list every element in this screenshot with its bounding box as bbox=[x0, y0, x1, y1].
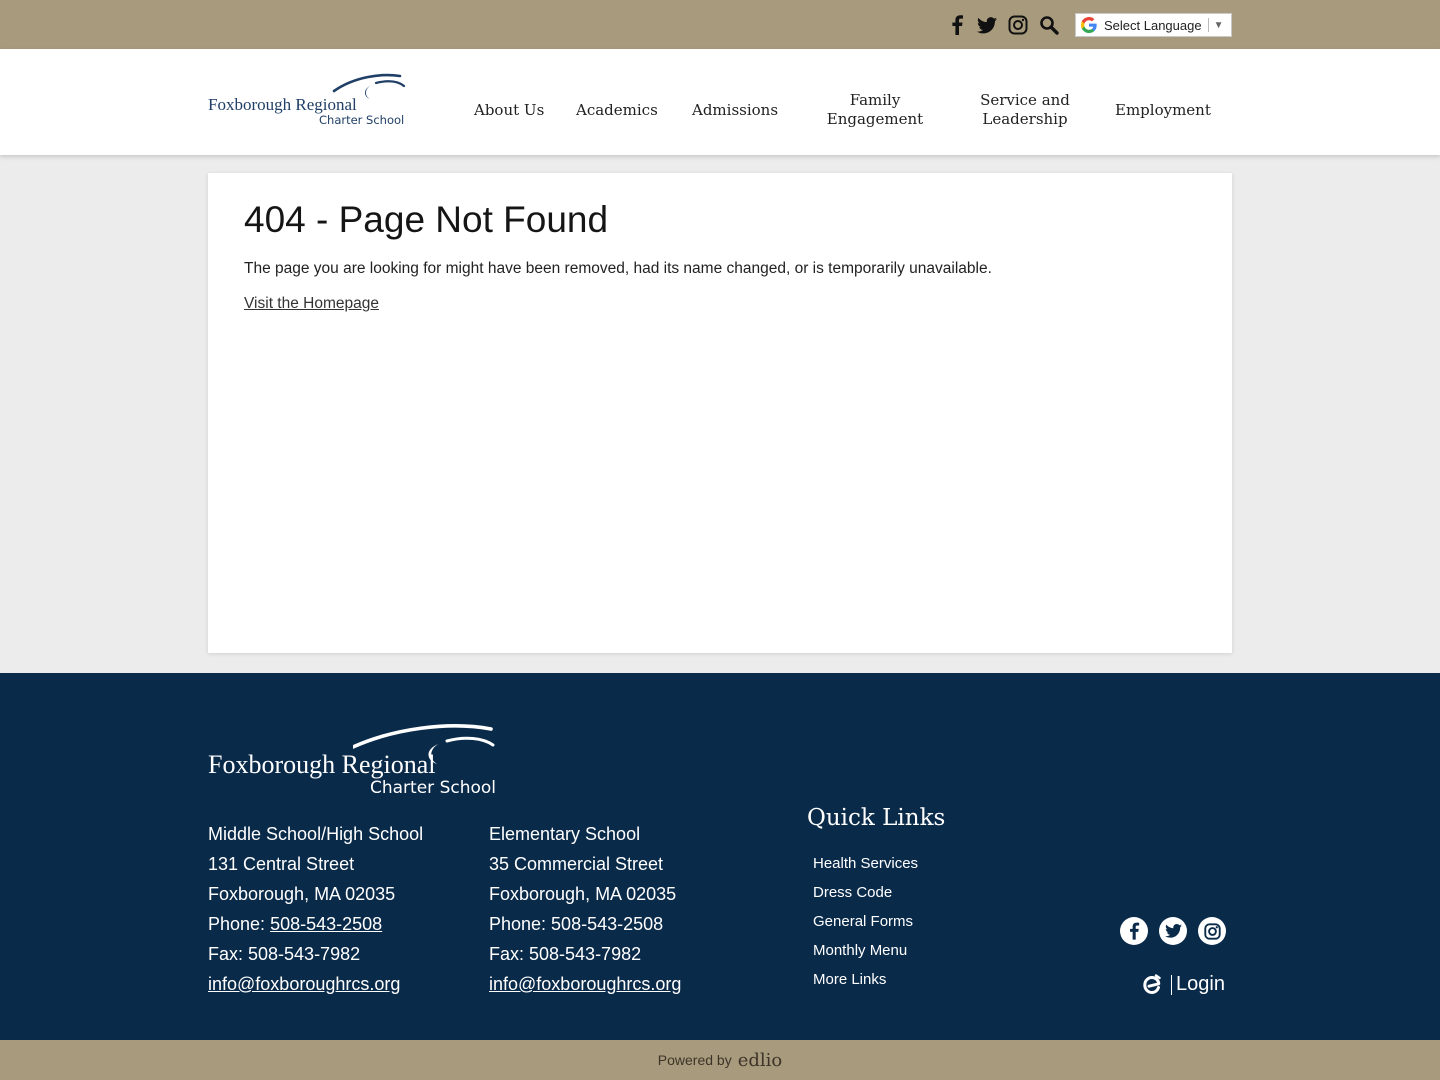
utility-bar: Select Language ▼ bbox=[0, 0, 1440, 49]
site-header: Foxborough Regional Charter School About… bbox=[0, 49, 1440, 155]
divider bbox=[1171, 974, 1172, 995]
site-footer: Foxborough Regional Charter School Middl… bbox=[0, 673, 1440, 1040]
city-state-zip: Foxborough, MA 02035 bbox=[489, 884, 677, 904]
nav-item-family-engagement[interactable]: Family Engagement bbox=[824, 91, 926, 129]
search-icon[interactable] bbox=[1037, 13, 1061, 37]
nav-item-label: Family bbox=[849, 91, 901, 109]
edlio-brand-link[interactable]: edlio bbox=[738, 1050, 783, 1071]
logo-title: Foxborough Regional bbox=[208, 95, 357, 114]
nav-item-admissions[interactable]: Admissions bbox=[692, 101, 778, 120]
nav-item-about-us[interactable]: About Us bbox=[474, 101, 544, 120]
fax-line: Fax: 508-543-7982 bbox=[489, 944, 642, 964]
phone-line: Phone: 508-543-2508 bbox=[489, 914, 664, 934]
nav-item-label: Engagement bbox=[826, 110, 924, 128]
phone-label: Phone: bbox=[208, 914, 271, 934]
google-icon bbox=[1079, 15, 1099, 35]
quick-link-health-services[interactable]: Health Services bbox=[813, 849, 918, 878]
error-message: The page you are looking for might have … bbox=[244, 260, 992, 277]
facebook-icon[interactable] bbox=[945, 13, 969, 37]
email-link[interactable]: info@foxboroughrcs.org bbox=[208, 974, 400, 994]
content-card: 404 - Page Not Found The page you are lo… bbox=[208, 173, 1232, 653]
nav-item-service-leadership[interactable]: Service and Leadership bbox=[976, 91, 1074, 129]
nav-item-label: Leadership bbox=[982, 110, 1068, 128]
divider bbox=[1207, 18, 1209, 32]
phone-link[interactable]: 508-543-2508 bbox=[270, 914, 382, 934]
quick-links-title: Quick Links bbox=[807, 805, 946, 831]
edlio-icon bbox=[1143, 973, 1161, 994]
address-block-elementary: Elementary School 35 Commercial Street F… bbox=[489, 819, 681, 999]
quick-link-more-links[interactable]: More Links bbox=[813, 965, 918, 994]
logo-title: Foxborough Regional bbox=[208, 750, 436, 779]
language-select[interactable]: Select Language ▼ bbox=[1075, 13, 1232, 37]
fax-line: Fax: 508-543-7982 bbox=[208, 944, 361, 964]
campus-name: Middle School/High School bbox=[208, 824, 424, 844]
city-state-zip: Foxborough, MA 02035 bbox=[208, 884, 396, 904]
facebook-icon[interactable] bbox=[1120, 917, 1148, 945]
quick-link-dress-code[interactable]: Dress Code bbox=[813, 878, 918, 907]
homepage-link[interactable]: Visit the Homepage bbox=[244, 295, 379, 313]
quick-link-general-forms[interactable]: General Forms bbox=[813, 907, 918, 936]
address-block-middle-high: Middle School/High School 131 Central St… bbox=[208, 819, 423, 999]
street-address: 35 Commercial Street bbox=[489, 854, 664, 874]
powered-by-bar: Powered by edlio bbox=[0, 1040, 1440, 1080]
instagram-icon[interactable] bbox=[1198, 917, 1226, 945]
street-address: 131 Central Street bbox=[208, 854, 355, 874]
nav-item-employment[interactable]: Employment bbox=[1115, 101, 1211, 120]
chevron-down-icon: ▼ bbox=[1213, 19, 1224, 31]
email-link[interactable]: info@foxboroughrcs.org bbox=[489, 974, 681, 994]
powered-by-label: Powered by bbox=[657, 1052, 732, 1068]
quick-link-monthly-menu[interactable]: Monthly Menu bbox=[813, 936, 918, 965]
logo-subtitle: Charter School bbox=[319, 113, 405, 127]
phone-line: Phone: 508-543-2508 bbox=[208, 909, 423, 939]
page-title: 404 - Page Not Found bbox=[244, 199, 609, 240]
quick-links-list: Health Services Dress Code General Forms… bbox=[813, 849, 918, 994]
nav-item-label: Service and bbox=[980, 91, 1070, 109]
nav-item-academics[interactable]: Academics bbox=[576, 101, 658, 120]
language-select-label: Select Language bbox=[1104, 17, 1202, 33]
school-logo[interactable]: Foxborough Regional Charter School bbox=[208, 71, 408, 131]
login-label: Login bbox=[1176, 973, 1225, 995]
twitter-icon[interactable] bbox=[1159, 917, 1187, 945]
campus-name: Elementary School bbox=[489, 824, 641, 844]
instagram-icon[interactable] bbox=[1006, 13, 1030, 37]
twitter-icon[interactable] bbox=[975, 13, 999, 37]
footer-logo[interactable]: Foxborough Regional Charter School bbox=[208, 721, 498, 801]
login-link[interactable]: Login bbox=[1141, 973, 1225, 996]
logo-subtitle: Charter School bbox=[370, 778, 497, 798]
